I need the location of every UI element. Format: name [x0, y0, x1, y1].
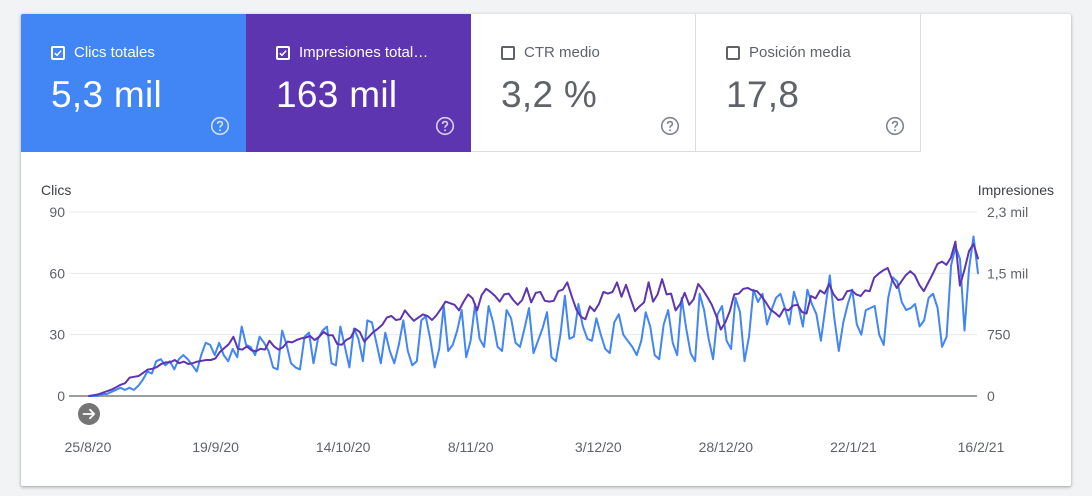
- x-tick-label: 22/1/21: [830, 439, 877, 455]
- metric-value: 163 mil: [276, 74, 398, 115]
- metric-tile-header: Clics totales: [51, 44, 155, 61]
- help-circle-icon[interactable]: [435, 116, 455, 136]
- x-tick-label: 14/10/20: [316, 439, 371, 455]
- y-left-tick-label: 30: [49, 327, 65, 343]
- y-left-tick-label: 90: [49, 204, 65, 220]
- metric-label: CTR medio: [524, 44, 600, 61]
- performance-chart[interactable]: Clics Impresiones 90 2,3 mil 60 1,5 mil 30 750 0…: [21, 152, 1071, 486]
- metric-tile-header: CTR medio: [501, 44, 600, 61]
- metric-tile-clicks[interactable]: Clics totales 5,3 mil: [21, 14, 246, 152]
- y-left-tick-label: 60: [49, 265, 65, 281]
- metric-value: 5,3 mil: [51, 74, 163, 115]
- checkbox-empty-icon[interactable]: [726, 45, 740, 60]
- metric-value: 17,8: [726, 74, 800, 115]
- metric-tile-header: Impresiones total…: [276, 44, 428, 61]
- x-tick-label: 8/11/20: [448, 439, 494, 455]
- metric-tile-position[interactable]: Posición media 17,8: [696, 14, 921, 152]
- checkbox-checked-icon[interactable]: [51, 45, 65, 60]
- metric-tile-header: Posición media: [726, 44, 851, 61]
- x-tick-label: 25/8/20: [65, 439, 112, 455]
- metric-label: Clics totales: [74, 44, 155, 61]
- metric-tiles: Clics totales 5,3 mil Impresiones total……: [21, 14, 921, 152]
- y-right-tick-label: 2,3 mil: [987, 204, 1028, 220]
- checkbox-checked-icon[interactable]: [276, 45, 290, 60]
- metric-value: 3,2 %: [501, 74, 598, 115]
- metric-label: Impresiones total…: [299, 44, 429, 61]
- metric-tile-impressions[interactable]: Impresiones total… 163 mil: [246, 14, 471, 152]
- y-right-tick-label: 0: [987, 388, 995, 404]
- x-tick-label: 16/2/21: [958, 439, 1005, 455]
- performance-card: Clics totales 5,3 mil Impresiones total……: [21, 14, 1071, 486]
- x-tick-label: 28/12/20: [699, 439, 754, 455]
- chart-svg: Clics Impresiones 90 2,3 mil 60 1,5 mil 30 750 0…: [41, 182, 1054, 455]
- checkbox-empty-icon[interactable]: [501, 45, 515, 60]
- help-circle-icon[interactable]: [885, 116, 905, 136]
- x-tick-label: 19/9/20: [192, 439, 239, 455]
- arrow-right-circle-icon[interactable]: [78, 403, 100, 425]
- metric-label: Posición media: [749, 44, 851, 61]
- series-line-clicks[interactable]: [88, 235, 979, 397]
- y-left-axis-title: Clics: [41, 182, 71, 198]
- y-left-tick-label: 0: [57, 388, 65, 404]
- x-tick-label: 3/12/20: [575, 439, 622, 455]
- help-circle-icon[interactable]: [660, 116, 680, 136]
- y-right-tick-label: 1,5 mil: [987, 265, 1028, 281]
- y-right-axis-title: Impresiones: [978, 182, 1054, 198]
- y-right-tick-label: 750: [987, 327, 1011, 343]
- metric-tile-ctr[interactable]: CTR medio 3,2 %: [471, 14, 696, 152]
- help-circle-icon[interactable]: [210, 116, 230, 136]
